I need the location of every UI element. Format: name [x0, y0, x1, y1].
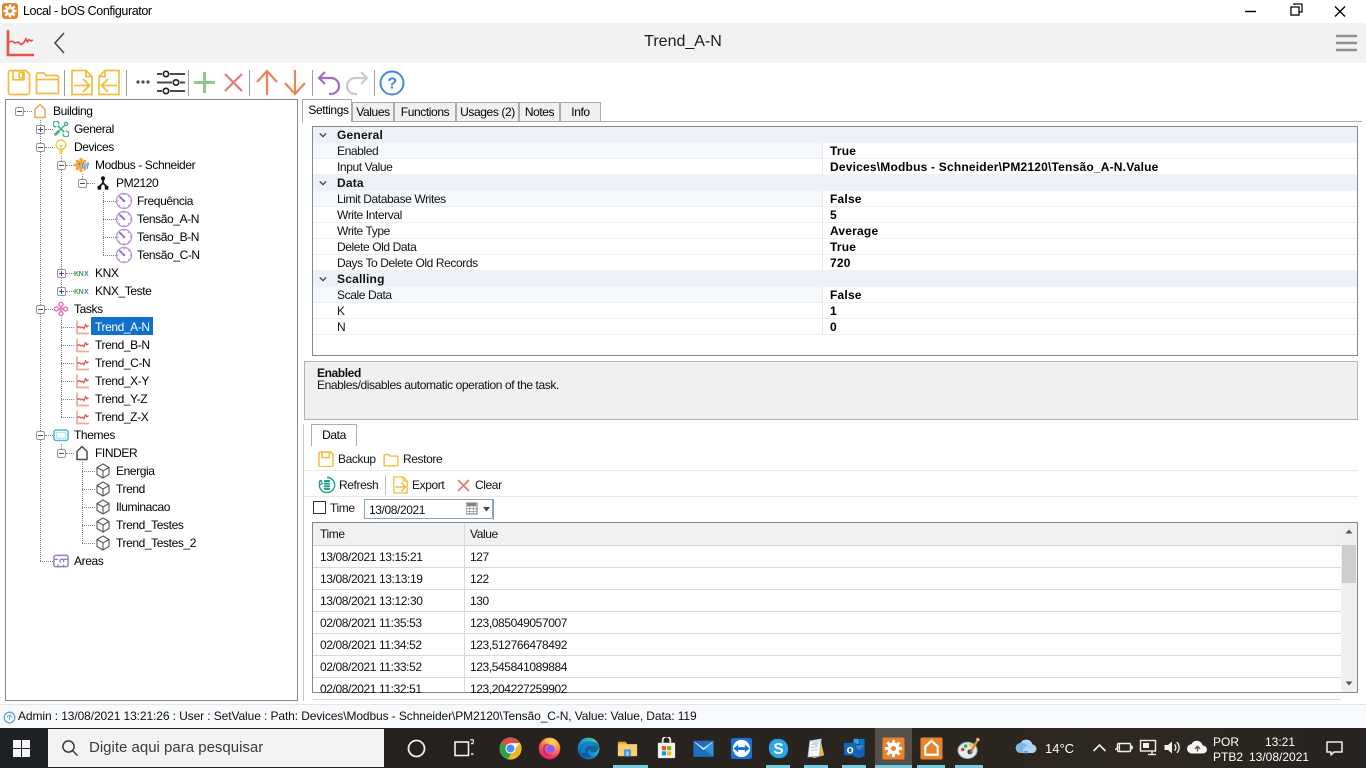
svg-text:?: ?: [387, 76, 396, 93]
svg-text:S: S: [773, 740, 783, 757]
svg-text:o: o: [846, 744, 853, 756]
